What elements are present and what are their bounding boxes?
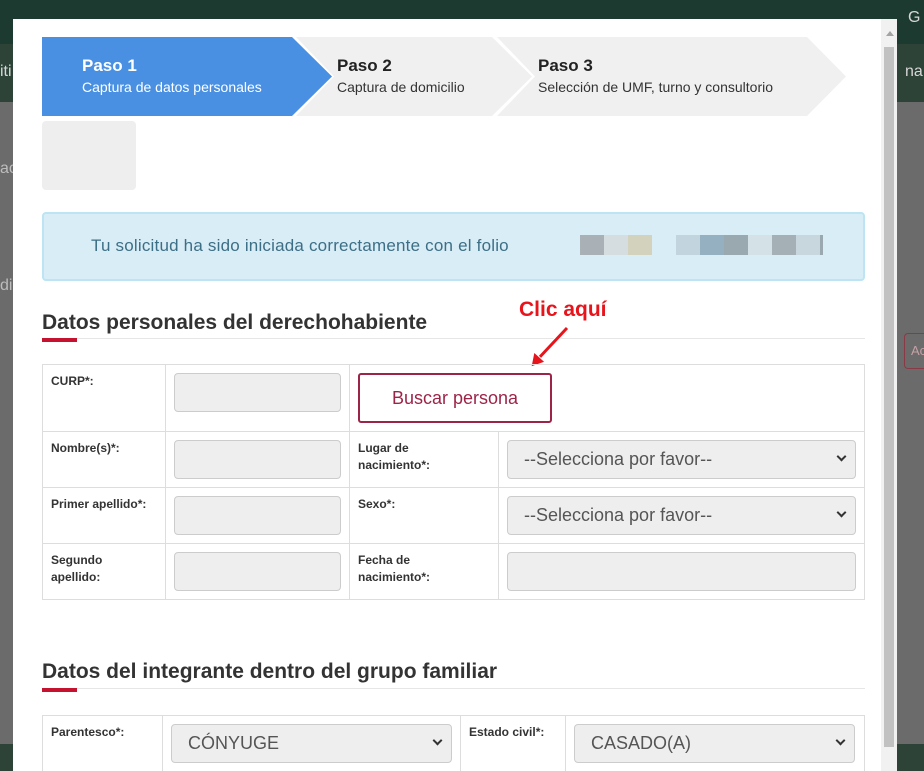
nombre-input[interactable] [174,440,341,479]
segundo-apellido-input[interactable] [174,552,341,591]
estado-civil-select[interactable]: CASADO(A) [574,724,855,763]
step-3-title: Paso 3 [538,56,593,75]
chevron-down-icon [836,507,847,518]
background-text-fragment: iti [0,63,12,80]
modal-scrollbar[interactable] [881,19,897,771]
personal-data-form: CURP*: Buscar persona Nombre(s)*: Lugar … [42,364,865,600]
estado-civil-value: CASADO(A) [591,733,692,753]
section-divider [42,688,865,689]
section-title-family-group: Datos del integrante dentro del grupo fa… [42,660,498,683]
section-accent [42,338,77,342]
sexo-select[interactable]: --Selecciona por favor-- [507,496,856,535]
sexo-label: Sexo*: [358,497,396,511]
nombre-label: Nombre(s)*: [51,441,120,455]
step-1-title: Paso 1 [82,56,137,75]
background-button: Ac [904,333,924,369]
step-1[interactable]: Paso 1 Captura de datos personales [42,37,334,116]
step-1-shape [42,37,332,116]
background-text-fragment: G [908,9,921,26]
step-3[interactable]: Paso 3 Selección de UMF, turno y consult… [497,37,849,116]
segundo-apellido-label: Segundo apellido: [51,553,103,584]
chevron-down-icon [432,735,443,746]
step-2-title: Paso 2 [337,56,392,75]
lugar-nacimiento-value: --Selecciona por favor-- [524,449,713,469]
fecha-nacimiento-input[interactable] [507,552,856,591]
family-group-form: Parentesco*: CÓNYUGE Estado civil*: CASA… [42,715,865,771]
step-1-subtitle: Captura de datos personales [82,79,262,95]
background-text-fragment: na [905,63,923,80]
click-here-annotation: Clic aquí [519,298,607,321]
section-accent [42,688,77,692]
parentesco-select[interactable]: CÓNYUGE [171,724,452,763]
scrollbar-thumb[interactable] [884,47,894,747]
parentesco-label: Parentesco*: [51,725,125,739]
curp-label: CURP*: [51,374,94,388]
registration-modal: Paso 1 Captura de datos personales Paso … [13,19,897,771]
chevron-down-icon [835,735,846,746]
lugar-nacimiento-select[interactable]: --Selecciona por favor-- [507,440,856,479]
section-title-personal-data: Datos personales del derechohabiente [42,311,428,334]
alert-message: Tu solicitud ha sido iniciada correctame… [91,236,509,255]
buscar-persona-button[interactable]: Buscar persona [358,373,552,423]
success-alert: Tu solicitud ha sido iniciada correctame… [42,212,865,281]
step-3-subtitle: Selección de UMF, turno y consultorio [538,79,773,95]
primer-apellido-input[interactable] [174,496,341,535]
section-divider [42,338,865,339]
curp-input[interactable] [174,373,341,412]
chevron-down-icon [836,451,847,462]
fecha-nacimiento-label: Fecha de nacimiento*: [358,553,431,584]
estado-civil-label: Estado civil*: [469,725,545,739]
sexo-value: --Selecciona por favor-- [524,505,713,525]
lugar-nacimiento-label: Lugar de nacimiento*: [358,441,431,472]
parentesco-value: CÓNYUGE [188,733,280,753]
placeholder-image [42,121,136,190]
step-2-subtitle: Captura de domicilio [337,79,465,95]
scroll-up-arrow-icon[interactable] [886,31,894,36]
step-3-shape [497,37,846,116]
primer-apellido-label: Primer apellido*: [51,497,147,511]
